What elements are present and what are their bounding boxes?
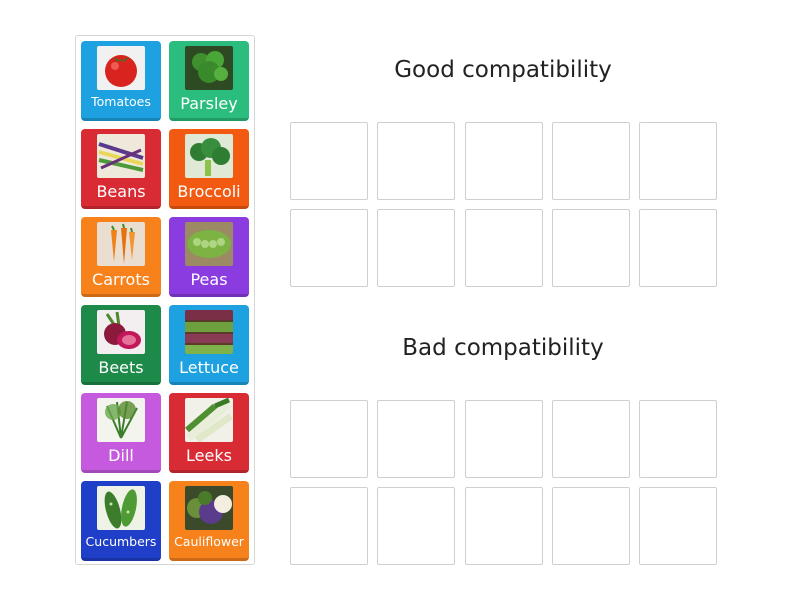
tile-label: Tomatoes <box>91 94 151 109</box>
tile-broccoli[interactable]: Broccoli <box>169 129 249 209</box>
tile-bank: Tomatoes Parsley Beans Broccoli Carrots … <box>75 35 255 565</box>
tile-beans[interactable]: Beans <box>81 129 161 209</box>
drop-slot[interactable] <box>377 122 455 200</box>
tile-label: Lettuce <box>179 358 239 377</box>
drop-slot[interactable] <box>552 487 630 565</box>
tile-label: Leeks <box>186 446 232 465</box>
drop-slot[interactable] <box>290 487 368 565</box>
tile-label: Cucumbers <box>85 534 157 549</box>
drop-slot[interactable] <box>465 400 543 478</box>
drop-slot[interactable] <box>639 122 717 200</box>
tile-label: Beets <box>98 358 144 377</box>
parsley-icon <box>185 46 233 90</box>
drop-slot[interactable] <box>552 122 630 200</box>
tile-peas[interactable]: Peas <box>169 217 249 297</box>
beet-icon <box>97 310 145 354</box>
drop-slot[interactable] <box>377 209 455 287</box>
drop-slot[interactable] <box>639 209 717 287</box>
drop-slot[interactable] <box>290 209 368 287</box>
beans-icon <box>97 134 145 178</box>
broccoli-icon <box>185 134 233 178</box>
dill-icon <box>97 398 145 442</box>
drop-slot[interactable] <box>290 400 368 478</box>
drop-slot[interactable] <box>377 400 455 478</box>
carrot-icon <box>97 222 145 266</box>
bad-compatibility-heading: Bad compatibility <box>402 335 604 361</box>
tile-lettuce[interactable]: Lettuce <box>169 305 249 385</box>
drop-slot[interactable] <box>377 487 455 565</box>
drop-slot[interactable] <box>552 209 630 287</box>
drop-slot[interactable] <box>465 209 543 287</box>
tile-label: Cauliflower <box>174 534 244 549</box>
drop-slot[interactable] <box>290 122 368 200</box>
drop-slot[interactable] <box>639 487 717 565</box>
tile-leeks[interactable]: Leeks <box>169 393 249 473</box>
lettuce-icon <box>185 310 233 354</box>
tile-beets[interactable]: Beets <box>81 305 161 385</box>
tile-carrots[interactable]: Carrots <box>81 217 161 297</box>
tile-parsley[interactable]: Parsley <box>169 41 249 121</box>
tomato-icon <box>97 46 145 90</box>
cucumber-icon <box>97 486 145 530</box>
drop-slot[interactable] <box>465 487 543 565</box>
tile-label: Parsley <box>180 94 238 113</box>
cauliflower-icon <box>185 486 233 530</box>
drop-slot[interactable] <box>465 122 543 200</box>
tile-label: Peas <box>190 270 228 289</box>
tile-label: Dill <box>108 446 134 465</box>
leek-icon <box>185 398 233 442</box>
tile-label: Broccoli <box>177 182 241 201</box>
drop-slot[interactable] <box>639 400 717 478</box>
tile-label: Beans <box>96 182 146 201</box>
tile-cauliflower[interactable]: Cauliflower <box>169 481 249 561</box>
tile-dill[interactable]: Dill <box>81 393 161 473</box>
tile-cucumbers[interactable]: Cucumbers <box>81 481 161 561</box>
tile-label: Carrots <box>92 270 150 289</box>
tile-tomatoes[interactable]: Tomatoes <box>81 41 161 121</box>
peas-icon <box>185 222 233 266</box>
drop-slot[interactable] <box>552 400 630 478</box>
good-compatibility-heading: Good compatibility <box>394 57 612 83</box>
